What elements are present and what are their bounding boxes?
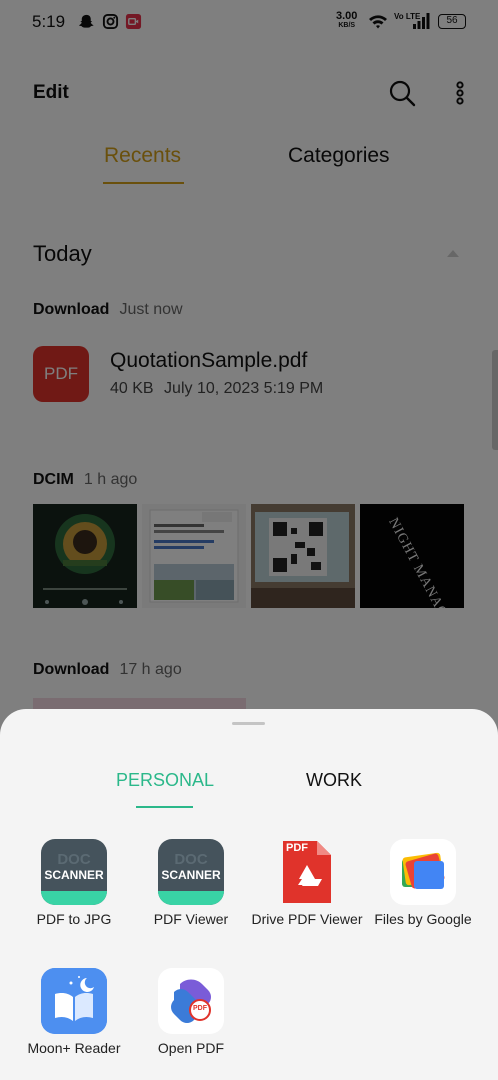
icon-band (158, 891, 224, 905)
icon-text-top: PDF (193, 1005, 207, 1012)
icon-text-bottom: SCANNER (44, 868, 104, 882)
open-pdf-icon: PDF (158, 968, 224, 1034)
app-label: PDF Viewer (153, 911, 229, 927)
icon-text-top: PDF (286, 842, 308, 854)
app-label: Files by Google (374, 911, 472, 927)
icon-text-top: DOC (57, 851, 91, 868)
app-label: Moon+ Reader (27, 1040, 121, 1056)
app-open-pdf[interactable]: PDF Open PDF (133, 968, 249, 1058)
app-drive-pdf-viewer[interactable]: PDF Drive PDF Viewer (249, 839, 365, 929)
app-files-by-google[interactable]: Files by Google (365, 839, 481, 929)
tab-personal[interactable]: PERSONAL (116, 770, 214, 791)
files-google-icon (390, 839, 456, 905)
sheet-drag-handle[interactable] (232, 722, 265, 725)
app-moon-reader[interactable]: Moon+ Reader (16, 968, 132, 1058)
files-google-graphic (402, 852, 445, 889)
doc-scanner-icon: DOC SCANNER (41, 839, 107, 905)
doc-scanner-icon: DOC SCANNER (158, 839, 224, 905)
app-pdf-to-jpg[interactable]: DOC SCANNER PDF to JPG (16, 839, 132, 929)
moon-reader-graphic (41, 968, 107, 1034)
icon-text-top: DOC (174, 851, 208, 868)
tab-work[interactable]: WORK (306, 770, 362, 791)
icon-band (41, 891, 107, 905)
sheet-tab-indicator (136, 806, 193, 808)
open-with-sheet: PERSONAL WORK DOC SCANNER PDF to JPG DOC… (0, 709, 498, 1080)
app-label: Open PDF (157, 1040, 225, 1056)
app-pdf-viewer[interactable]: DOC SCANNER PDF Viewer (133, 839, 249, 929)
moon-reader-icon (41, 968, 107, 1034)
app-label: PDF to JPG (36, 911, 112, 927)
drive-pdf-icon: PDF (274, 839, 340, 905)
app-label: Drive PDF Viewer (251, 911, 363, 927)
open-pdf-graphic (171, 979, 211, 1023)
icon-text-bottom: SCANNER (161, 868, 221, 882)
